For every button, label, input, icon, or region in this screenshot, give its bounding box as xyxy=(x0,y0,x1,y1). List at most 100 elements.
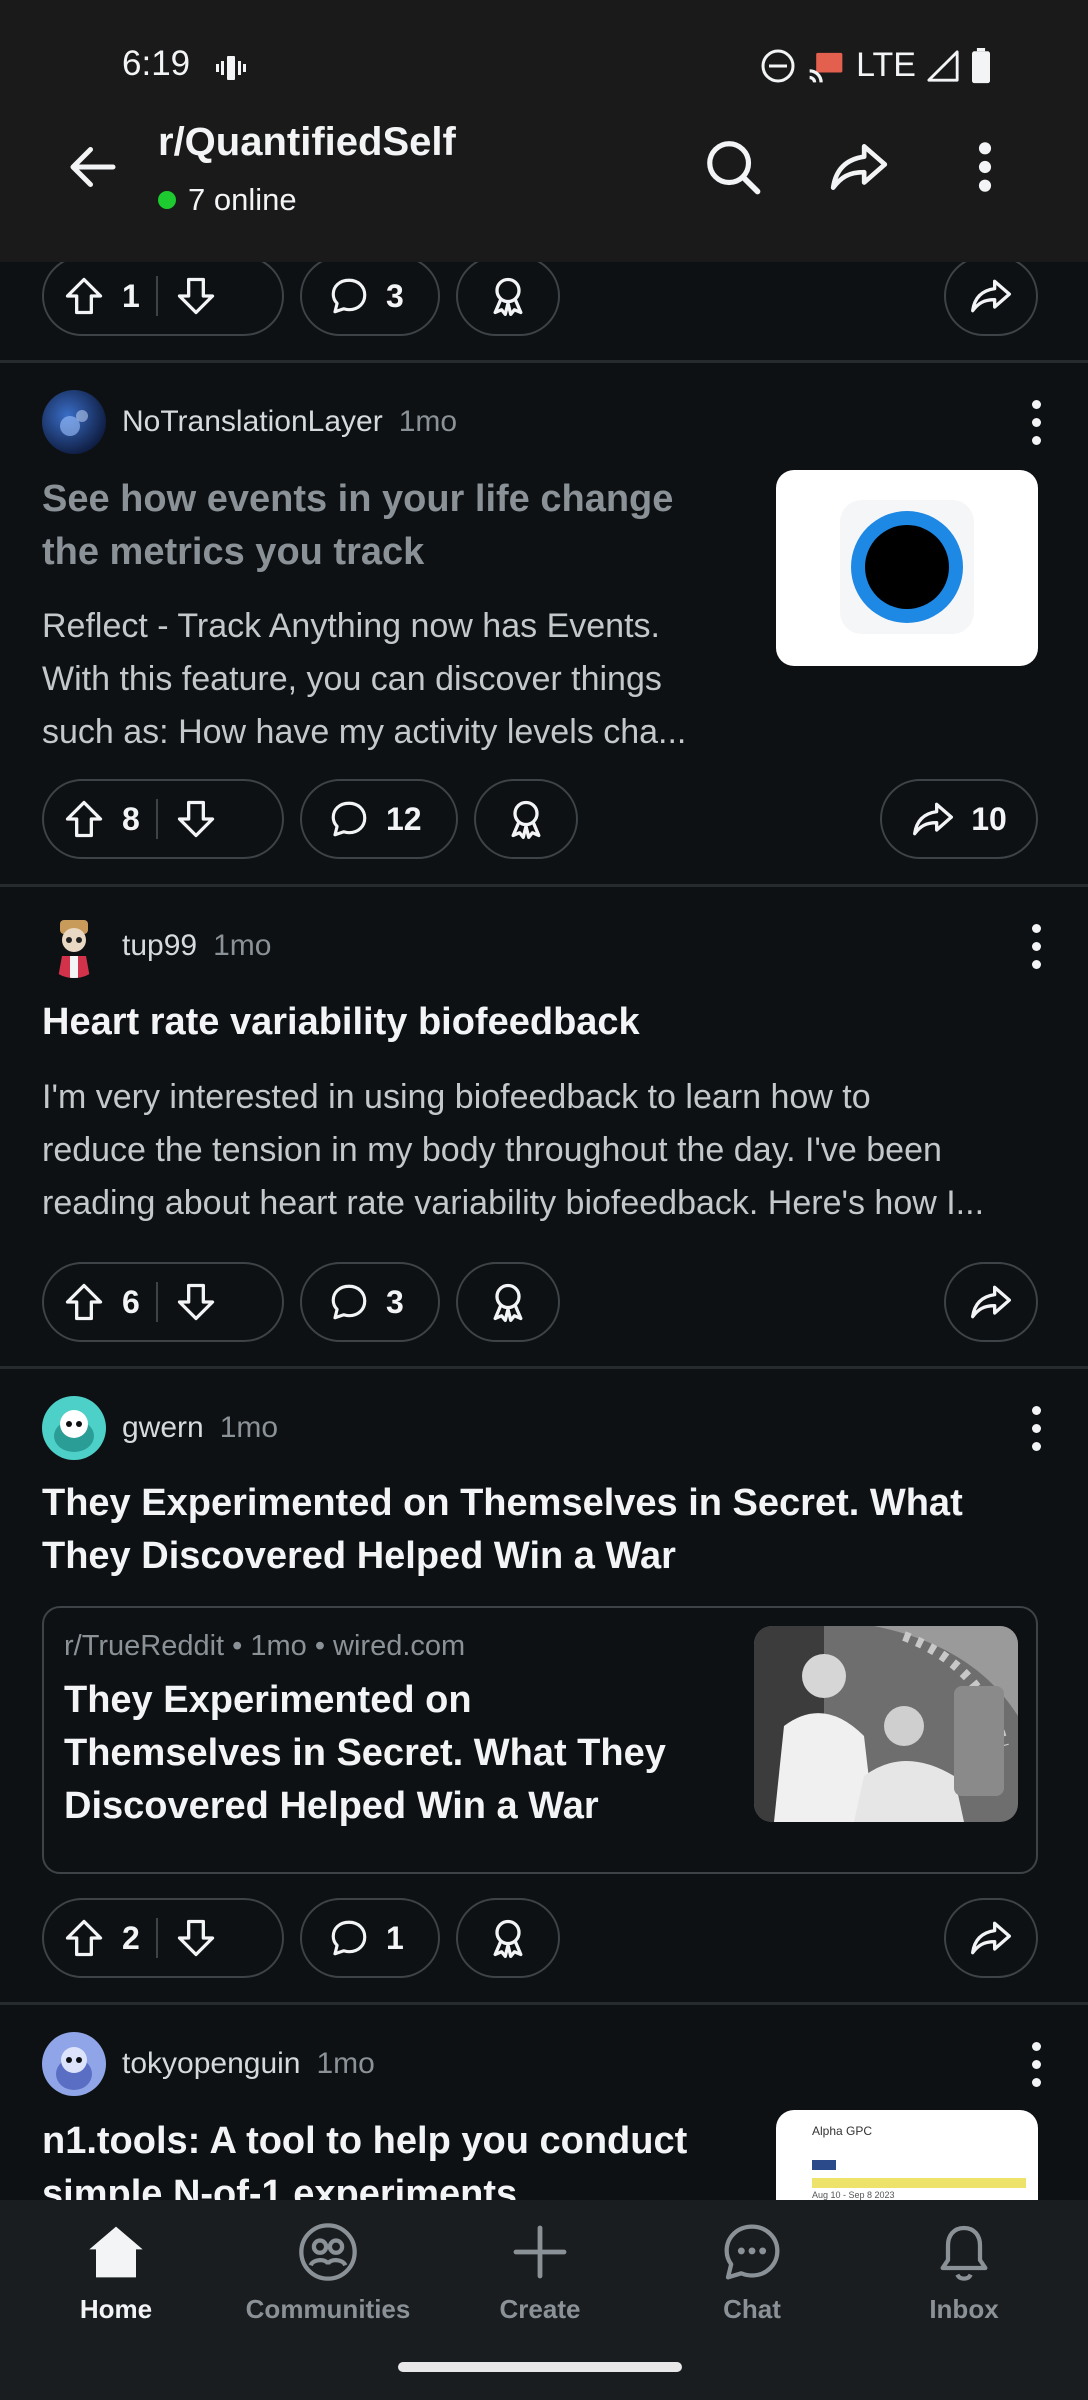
nav-create-label: Create xyxy=(499,2294,581,2324)
bell-icon xyxy=(932,2220,996,2284)
online-dot xyxy=(158,191,176,209)
vote-separator xyxy=(155,1918,158,1958)
nav-communities[interactable]: Communities xyxy=(228,2220,428,2325)
link-thumbnail xyxy=(754,1626,1018,1822)
avatar[interactable] xyxy=(42,2032,106,2096)
award-icon xyxy=(486,1916,530,1960)
subreddit-title[interactable]: r/QuantifiedSelf xyxy=(158,120,456,165)
post-author-row: tup99 1mo xyxy=(42,914,271,978)
status-icons: LTE xyxy=(760,46,992,85)
comments-button[interactable]: 1 xyxy=(300,1898,440,1978)
more-options-button[interactable] xyxy=(950,132,1020,202)
post-body-line: With this feature, you can discover thin… xyxy=(42,660,662,698)
comment-icon xyxy=(328,798,370,840)
downvote-icon[interactable] xyxy=(174,1280,218,1324)
upvote-count: 1 xyxy=(122,277,140,314)
post-options-button[interactable] xyxy=(1016,916,1056,976)
post-body-line: Reflect - Track Anything now has Events. xyxy=(42,607,660,645)
award-icon xyxy=(486,274,530,318)
share-icon xyxy=(969,1916,1013,1960)
post-body[interactable]: I'm very interested in using biofeedback… xyxy=(42,1071,984,1230)
share-subreddit-button[interactable] xyxy=(824,132,894,202)
upvote-icon[interactable] xyxy=(62,797,106,841)
post-author-row: gwern 1mo xyxy=(42,1396,278,1460)
avatar[interactable] xyxy=(42,390,106,454)
post-author[interactable]: tokyopenguin xyxy=(122,2047,300,2081)
upvote-icon[interactable] xyxy=(62,274,106,318)
award-button[interactable] xyxy=(456,1898,560,1978)
link-preview-card[interactable]: r/TrueReddit • 1mo • wired.com They Expe… xyxy=(42,1606,1038,1874)
comment-count: 3 xyxy=(386,277,404,314)
post-divider xyxy=(0,360,1088,363)
post-options-button[interactable] xyxy=(1016,1398,1056,1458)
post-options-button[interactable] xyxy=(1016,392,1056,452)
nav-chat[interactable]: Chat xyxy=(652,2220,852,2325)
post-title-line: n1.tools: A tool to help you conduct xyxy=(42,2120,688,2162)
thumb-date: Aug 10 - Sep 8 2023 xyxy=(812,2190,895,2200)
downvote-icon[interactable] xyxy=(174,797,218,841)
nav-home[interactable]: Home xyxy=(16,2220,216,2325)
top-bar: 6:19 LTE r/QuantifiedSelf 7 online xyxy=(0,0,1088,262)
vote-separator xyxy=(155,799,158,839)
home-icon xyxy=(84,2220,148,2284)
award-button[interactable] xyxy=(456,1262,560,1342)
share-button[interactable] xyxy=(944,1898,1038,1978)
nav-communities-label: Communities xyxy=(245,2294,411,2324)
downvote-icon[interactable] xyxy=(174,1916,218,1960)
nav-home-label: Home xyxy=(79,2294,153,2324)
share-button[interactable]: 10 xyxy=(880,779,1038,859)
nav-inbox[interactable]: Inbox xyxy=(864,2220,1064,2325)
post-divider xyxy=(0,884,1088,887)
post-options-button[interactable] xyxy=(1016,2034,1056,2094)
vote-control: 1 xyxy=(42,256,284,336)
post-title[interactable]: Heart rate variability biofeedback xyxy=(42,996,640,1049)
post-body-line: reduce the tension in my body throughout… xyxy=(42,1131,942,1169)
award-button[interactable] xyxy=(474,779,578,859)
comments-button[interactable]: 3 xyxy=(300,1262,440,1342)
post-body[interactable]: Reflect - Track Anything now has Events.… xyxy=(42,600,686,759)
thumb-tag xyxy=(812,2160,836,2170)
post-divider xyxy=(0,2002,1088,2005)
vibrate-icon xyxy=(216,54,246,82)
comments-button[interactable]: 3 xyxy=(300,256,440,336)
post-title[interactable]: See how events in your life change the m… xyxy=(42,473,673,579)
share-button[interactable] xyxy=(944,1262,1038,1342)
nav-create[interactable]: Create xyxy=(440,2220,640,2325)
chat-icon xyxy=(720,2220,784,2284)
post-thumbnail[interactable] xyxy=(776,470,1038,666)
comments-button[interactable]: 12 xyxy=(300,779,458,859)
cast-icon xyxy=(806,48,846,84)
post-author-row: tokyopenguin 1mo xyxy=(42,2032,375,2096)
upvote-icon[interactable] xyxy=(62,1280,106,1324)
share-button[interactable] xyxy=(944,256,1038,336)
upvote-icon[interactable] xyxy=(62,1916,106,1960)
share-icon xyxy=(969,274,1013,318)
search-button[interactable] xyxy=(698,132,768,202)
link-title-line: Themselves in Secret. What They xyxy=(64,1732,666,1774)
comment-count: 1 xyxy=(386,1919,404,1956)
vote-control: 6 xyxy=(42,1262,284,1342)
post-age: 1mo xyxy=(316,2047,375,2080)
downvote-icon[interactable] xyxy=(174,274,218,318)
comment-count: 12 xyxy=(386,800,422,837)
post-author[interactable]: gwern xyxy=(122,1411,204,1445)
avatar[interactable] xyxy=(42,914,106,978)
network-type: LTE xyxy=(856,46,916,84)
post-body-line: I'm very interested in using biofeedback… xyxy=(42,1078,871,1116)
post-age: 1mo xyxy=(219,1411,279,1444)
post-author[interactable]: NoTranslationLayer xyxy=(122,405,383,439)
signal-icon xyxy=(926,49,960,83)
post-title-line: They Discovered Helped Win a War xyxy=(42,1535,676,1577)
post-title-line: See how events in your life change xyxy=(42,478,674,520)
post-title[interactable]: They Experimented on Themselves in Secre… xyxy=(42,1477,963,1583)
thumb-bar xyxy=(812,2178,1026,2188)
post-title-line: They Experimented on Themselves in Secre… xyxy=(42,1482,963,1524)
award-button[interactable] xyxy=(456,256,560,336)
gesture-home-bar[interactable] xyxy=(398,2362,682,2372)
avatar[interactable] xyxy=(42,1396,106,1460)
comment-icon xyxy=(328,1281,370,1323)
nav-chat-label: Chat xyxy=(723,2294,781,2324)
do-not-disturb-icon xyxy=(760,48,796,84)
back-button[interactable] xyxy=(58,132,128,202)
post-author[interactable]: tup99 xyxy=(122,929,197,963)
